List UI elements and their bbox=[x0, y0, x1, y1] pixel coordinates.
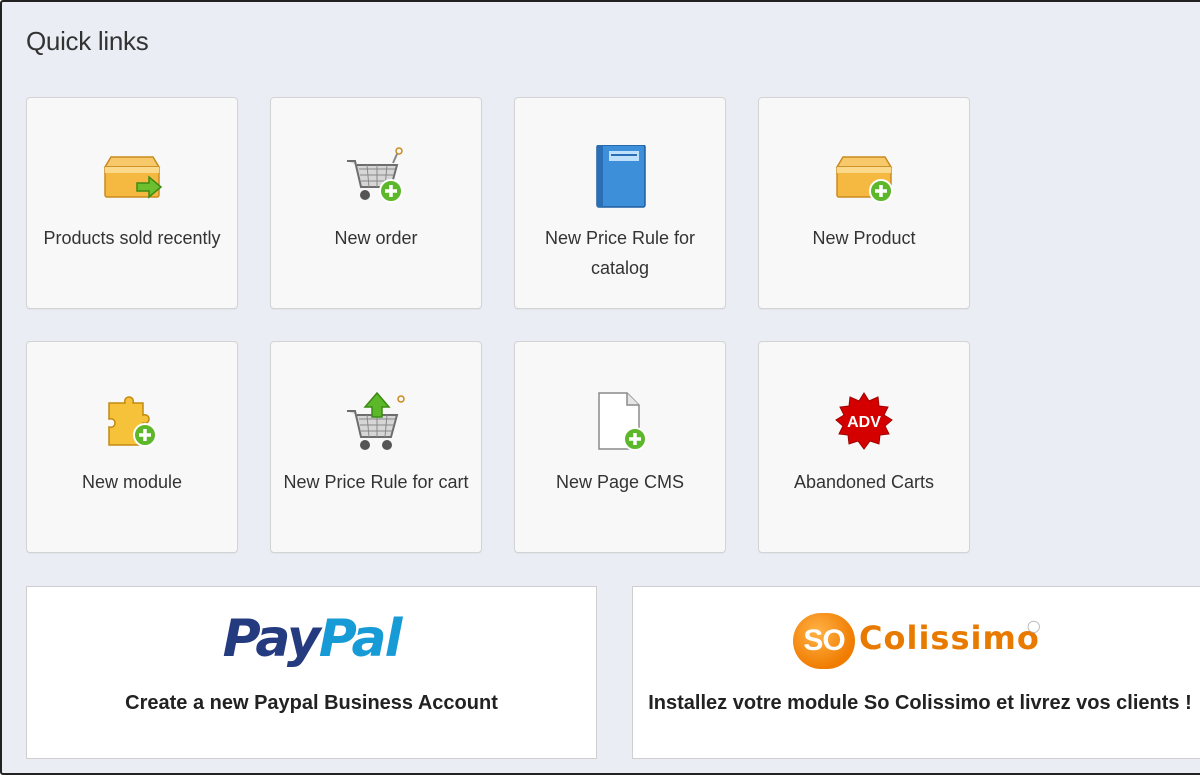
colissimo-banner[interactable]: SO Colissimo ◯ Installez votre module So… bbox=[632, 586, 1200, 759]
puzzle-add-icon bbox=[99, 389, 165, 455]
tile-label: New order bbox=[334, 228, 418, 248]
colissimo-logo: SO Colissimo ◯ bbox=[793, 613, 1053, 669]
box-arrow-icon bbox=[99, 145, 165, 211]
box-add-icon bbox=[831, 145, 897, 211]
tile-label: New Price Rule for catalog bbox=[544, 228, 696, 278]
tile-new-module[interactable]: New module bbox=[26, 341, 238, 553]
tile-label: New Price Rule for cart bbox=[283, 472, 469, 492]
page-add-icon bbox=[587, 389, 653, 455]
tile-products-sold-recently[interactable]: Products sold recently bbox=[26, 97, 238, 309]
tile-label: Products sold recently bbox=[43, 228, 221, 248]
paypal-logo-part2: Pal bbox=[318, 609, 403, 669]
tile-new-price-rule-cart[interactable]: New Price Rule for cart bbox=[270, 341, 482, 553]
panel-title: Quick links bbox=[26, 26, 149, 56]
tile-label: New Page CMS bbox=[555, 472, 685, 492]
tile-new-price-rule-catalog[interactable]: New Price Rule for catalog bbox=[514, 97, 726, 309]
tile-new-product[interactable]: New Product bbox=[758, 97, 970, 309]
cart-up-icon bbox=[343, 389, 409, 455]
paypal-logo-part1: Pay bbox=[222, 609, 321, 669]
adv-badge-text: ADV bbox=[847, 414, 881, 431]
colissimo-banner-label: Installez votre module So Colissimo et l… bbox=[648, 692, 1192, 714]
catalog-book-icon bbox=[587, 145, 653, 211]
registered-mark-icon: ◯ bbox=[1027, 619, 1041, 633]
tile-abandoned-carts[interactable]: ADV Abandoned Carts bbox=[758, 341, 970, 553]
tile-new-page-cms[interactable]: New Page CMS bbox=[514, 341, 726, 553]
so-badge: SO bbox=[793, 613, 855, 669]
tile-label: Abandoned Carts bbox=[793, 472, 935, 492]
paypal-banner-label: Create a new Paypal Business Account bbox=[125, 692, 498, 714]
paypal-banner[interactable]: PayPal Create a new Paypal Business Acco… bbox=[26, 586, 597, 759]
quick-links-panel: Quick links Products sold recently New o… bbox=[0, 0, 1200, 775]
adv-badge-icon: ADV bbox=[831, 389, 897, 455]
tile-label: New module bbox=[81, 472, 183, 492]
tile-label: New Product bbox=[812, 228, 916, 248]
cart-add-icon bbox=[343, 145, 409, 211]
tile-new-order[interactable]: New order bbox=[270, 97, 482, 309]
paypal-logo: PayPal bbox=[27, 609, 596, 669]
colissimo-wordmark: Colissimo bbox=[859, 619, 1040, 657]
